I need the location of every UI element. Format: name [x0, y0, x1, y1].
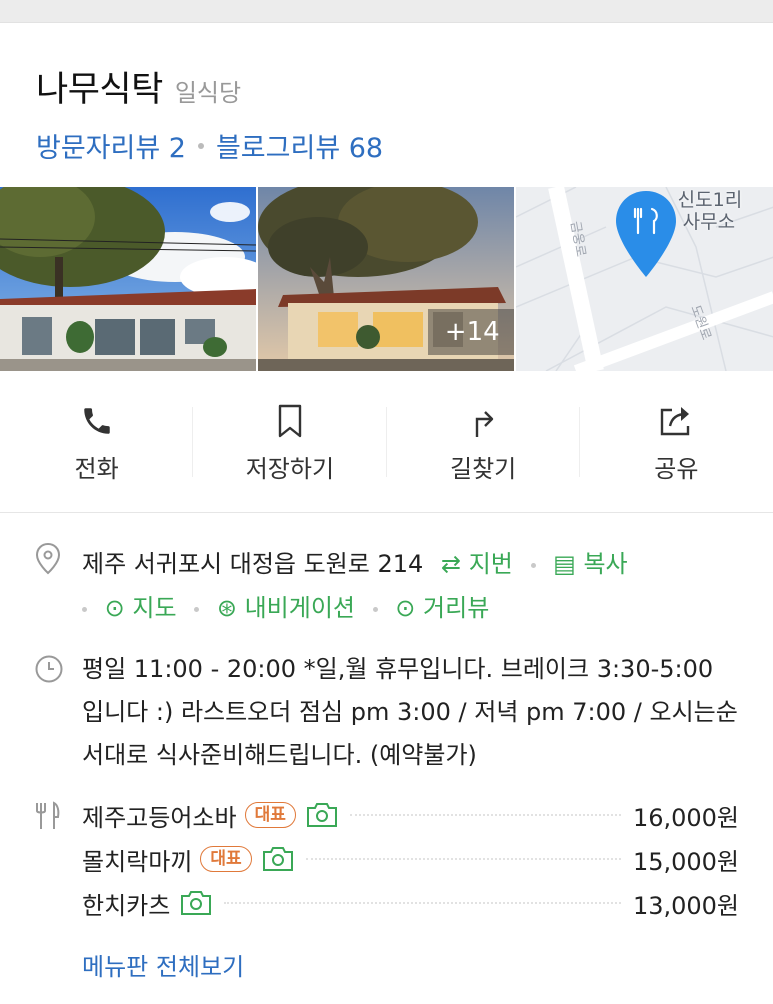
share-label: 공유 — [654, 454, 699, 483]
place-category: 일식당 — [174, 79, 242, 107]
menu-section: 제주고등어소바 대표 16,000원 몰치락마끼 대표 15,000원 한치카츠… — [0, 793, 773, 982]
menu-item-name: 한치카츠 — [82, 891, 171, 920]
more-photos-count[interactable]: +14 — [445, 317, 500, 347]
menu-item-price: 15,000원 — [632, 847, 739, 876]
save-button[interactable]: 저장하기 — [193, 372, 387, 512]
blog-reviews-link[interactable]: 블로그리뷰 68 — [216, 126, 383, 165]
jibun-toggle[interactable]: ⇄ 지번 — [441, 550, 513, 578]
map-label: 지도 — [132, 594, 177, 622]
photo-restaurant-front[interactable] — [0, 187, 257, 371]
directions-icon — [467, 401, 499, 441]
camera-icon[interactable] — [180, 890, 212, 916]
price-leader — [349, 814, 621, 816]
separator-dot — [194, 606, 200, 612]
map-pin-icon: ⊙ — [104, 594, 125, 622]
visitor-reviews-link[interactable]: 방문자리뷰 2 — [36, 126, 186, 165]
review-links: 방문자리뷰 2 블로그리뷰 68 — [36, 126, 737, 165]
menu-item-name: 몰치락마끼 — [82, 847, 193, 876]
fork-knife-icon — [34, 801, 62, 835]
action-bar: 전화 저장하기 길찾기 공유 — [0, 372, 773, 513]
car-icon: ⊛ — [216, 594, 237, 622]
signature-badge: 대표 — [200, 846, 252, 872]
copy-icon: ▤ — [553, 550, 576, 578]
copy-label: 복사 — [583, 550, 628, 578]
title-row: 나무식탁 일식당 — [36, 61, 737, 112]
separator-dot — [530, 562, 536, 568]
place-name: 나무식탁 — [36, 70, 163, 110]
call-label: 전화 — [74, 454, 119, 483]
share-icon — [658, 401, 694, 441]
camera-icon[interactable] — [262, 846, 294, 872]
save-label: 저장하기 — [245, 454, 335, 483]
directions-button[interactable]: 길찾기 — [387, 372, 581, 512]
menu-item-price: 16,000원 — [632, 803, 739, 832]
price-leader — [305, 858, 621, 860]
camera-icon[interactable] — [306, 802, 338, 828]
hours-row: 평일 11:00 - 20:00 *일,월 휴무입니다. 브레이크 3:30-5… — [0, 648, 773, 777]
clock-icon — [34, 654, 64, 698]
map-label-line1: 신도1리 — [677, 189, 743, 211]
directions-label: 길찾기 — [450, 454, 517, 483]
address-row: 제주 서귀포시 대정읍 도원로 214 ⇄ 지번 ▤ 복사 ⊙ 지도 ⊛ 내비게… — [0, 512, 773, 630]
street-view-icon: ⊙ — [395, 594, 416, 622]
separator-dot — [372, 606, 378, 612]
separator-dot — [82, 606, 87, 612]
menu-item[interactable]: 한치카츠 13,000원 — [82, 881, 739, 925]
photo-restaurant-evening[interactable]: +14 — [258, 187, 514, 371]
bookmark-icon — [275, 401, 305, 441]
location-pin-icon — [34, 542, 62, 590]
jibun-label: 지번 — [468, 550, 513, 578]
street-view-label: 거리뷰 — [423, 594, 490, 622]
street-view-link[interactable]: ⊙ 거리뷰 — [395, 594, 489, 622]
view-full-menu-link[interactable]: 메뉴판 전체보기 — [82, 947, 739, 982]
menu-item[interactable]: 몰치락마끼 대표 15,000원 — [82, 837, 739, 881]
photo-strip: +14 금웅로 도원로 신도1리 사무소 — [0, 187, 773, 371]
separator-dot — [197, 142, 204, 149]
navigation-link[interactable]: ⊛ 내비게이션 — [217, 594, 355, 622]
map-thumbnail[interactable]: 금웅로 도원로 신도1리 사무소 — [515, 187, 773, 371]
map-label-line2: 사무소 — [682, 211, 736, 233]
menu-item[interactable]: 제주고등어소바 대표 16,000원 — [82, 793, 739, 837]
hours-text: 평일 11:00 - 20:00 *일,월 휴무입니다. 브레이크 3:30-5… — [82, 655, 738, 769]
place-header: 나무식탁 일식당 방문자리뷰 2 블로그리뷰 68 — [0, 23, 773, 183]
address-text: 제주 서귀포시 대정읍 도원로 214 — [82, 550, 424, 578]
swap-icon: ⇄ — [440, 550, 462, 578]
map-place-label: 신도1리 사무소 — [678, 189, 743, 233]
map-link[interactable]: ⊙ 지도 — [105, 594, 177, 622]
signature-badge: 대표 — [244, 802, 296, 828]
phone-icon — [80, 401, 114, 441]
top-bar — [0, 0, 773, 23]
menu-item-price: 13,000원 — [632, 891, 739, 920]
menu-item-name: 제주고등어소바 — [82, 803, 237, 832]
navigation-label: 내비게이션 — [244, 594, 355, 622]
place-info: 제주 서귀포시 대정읍 도원로 214 ⇄ 지번 ▤ 복사 ⊙ 지도 ⊛ 내비게… — [0, 512, 773, 982]
call-button[interactable]: 전화 — [0, 372, 194, 512]
share-button[interactable]: 공유 — [580, 372, 773, 512]
price-leader — [224, 902, 621, 904]
copy-address-button[interactable]: ▤ 복사 — [553, 550, 628, 578]
